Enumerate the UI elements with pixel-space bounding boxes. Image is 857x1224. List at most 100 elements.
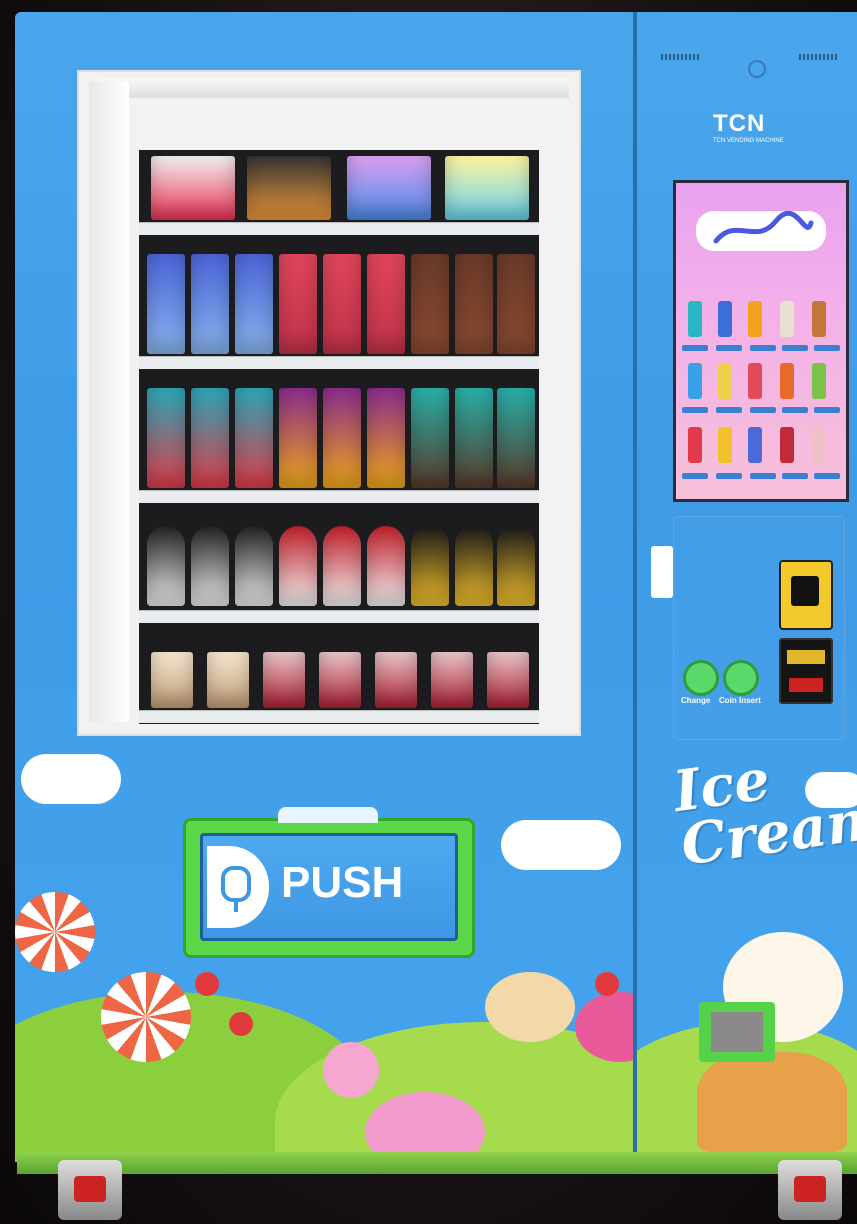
screen-price-tag — [750, 407, 776, 413]
change-button[interactable] — [683, 660, 719, 696]
cupcake-decoration — [485, 972, 575, 1042]
coin-insert-slot[interactable] — [723, 660, 759, 696]
ice-cream-icon — [207, 846, 269, 928]
product-box[interactable] — [445, 156, 529, 220]
lollipop-decoration — [323, 1042, 379, 1098]
product-pack[interactable] — [411, 254, 449, 354]
screen-product[interactable] — [812, 301, 826, 337]
screen-product[interactable] — [718, 427, 732, 463]
screen-product[interactable] — [718, 301, 732, 337]
product-pack[interactable] — [235, 254, 273, 354]
screen-product[interactable] — [748, 363, 762, 399]
machine-base — [17, 1152, 857, 1174]
screen-product[interactable] — [812, 363, 826, 399]
screen-product[interactable] — [688, 427, 702, 463]
product-pack[interactable] — [235, 388, 273, 488]
display-window — [77, 70, 581, 736]
product-cone[interactable] — [147, 526, 185, 606]
cherry-decoration — [229, 1012, 253, 1036]
push-delivery-door[interactable]: PUSH — [183, 807, 475, 958]
screen-product[interactable] — [748, 301, 762, 337]
screen-price-tag — [750, 345, 776, 351]
screen-product[interactable] — [688, 301, 702, 337]
product-cone[interactable] — [191, 526, 229, 606]
product-tub[interactable] — [151, 652, 193, 708]
product-pack[interactable] — [367, 388, 405, 488]
product-pack[interactable] — [411, 388, 449, 488]
screen-product[interactable] — [780, 363, 794, 399]
vending-machine: PUSH TCN TCN VENDING MACHINE Change Coin… — [15, 12, 857, 1174]
product-cone[interactable] — [323, 526, 361, 606]
screen-product[interactable] — [718, 363, 732, 399]
screen-price-tag — [716, 473, 742, 479]
screen-price-tag — [814, 345, 840, 351]
product-pack[interactable] — [191, 388, 229, 488]
card-reader[interactable] — [779, 560, 833, 630]
screen-price-tag — [814, 407, 840, 413]
push-label: PUSH — [281, 858, 404, 907]
bill-slot — [787, 650, 825, 664]
brand-logo: TCN — [713, 110, 766, 137]
camera-icon — [748, 60, 766, 78]
product-cone[interactable] — [367, 526, 405, 606]
product-cone[interactable] — [497, 526, 535, 606]
screen-price-tag — [782, 473, 808, 479]
screen-price-tag — [782, 407, 808, 413]
coin-return-slot — [711, 1012, 763, 1052]
screen-price-tag — [716, 407, 742, 413]
push-panel[interactable]: PUSH — [200, 833, 458, 941]
touch-screen[interactable] — [673, 180, 849, 502]
cherry-decoration — [195, 972, 219, 996]
product-tub[interactable] — [375, 652, 417, 708]
screen-product[interactable] — [812, 427, 826, 463]
product-pack[interactable] — [323, 388, 361, 488]
product-pack[interactable] — [455, 388, 493, 488]
product-pack[interactable] — [323, 254, 361, 354]
product-cone[interactable] — [455, 526, 493, 606]
screen-product[interactable] — [780, 427, 794, 463]
product-pack[interactable] — [497, 388, 535, 488]
speaker-grille — [661, 54, 699, 60]
cloud-decoration — [21, 754, 121, 804]
screen-price-tag — [814, 473, 840, 479]
screen-product[interactable] — [688, 363, 702, 399]
screen-price-tag — [750, 473, 776, 479]
bill-acceptor[interactable] — [779, 638, 833, 704]
product-pack[interactable] — [367, 254, 405, 354]
product-cone[interactable] — [279, 526, 317, 606]
cloud-decoration — [501, 820, 621, 870]
screen-banner — [696, 210, 826, 251]
product-tub[interactable] — [207, 652, 249, 708]
product-pack[interactable] — [191, 254, 229, 354]
product-box[interactable] — [347, 156, 431, 220]
screen-product[interactable] — [748, 427, 762, 463]
product-box[interactable] — [151, 156, 235, 220]
screen-price-tag — [782, 345, 808, 351]
screen-price-tag — [682, 473, 708, 479]
candy-decoration — [101, 972, 191, 1062]
window-light-strip — [99, 78, 569, 98]
cloud-decoration — [805, 772, 857, 808]
product-tub[interactable] — [431, 652, 473, 708]
screen-product[interactable] — [780, 301, 794, 337]
product-pack[interactable] — [279, 388, 317, 488]
right-panel: TCN TCN VENDING MACHINE Change Coin Inse… — [637, 12, 857, 1162]
product-tub[interactable] — [319, 652, 361, 708]
machine-foot — [58, 1160, 122, 1220]
product-tub[interactable] — [263, 652, 305, 708]
door-handle[interactable] — [651, 546, 673, 598]
product-pack[interactable] — [455, 254, 493, 354]
product-pack[interactable] — [147, 388, 185, 488]
card-reader-screen — [791, 576, 819, 606]
screen-price-tag — [716, 345, 742, 351]
coin-return[interactable] — [699, 1002, 775, 1062]
screen-price-tag — [682, 407, 708, 413]
cone-decoration — [697, 1052, 847, 1152]
product-pack[interactable] — [147, 254, 185, 354]
product-box[interactable] — [247, 156, 331, 220]
product-pack[interactable] — [497, 254, 535, 354]
product-cone[interactable] — [235, 526, 273, 606]
product-tub[interactable] — [487, 652, 529, 708]
product-cone[interactable] — [411, 526, 449, 606]
product-pack[interactable] — [279, 254, 317, 354]
